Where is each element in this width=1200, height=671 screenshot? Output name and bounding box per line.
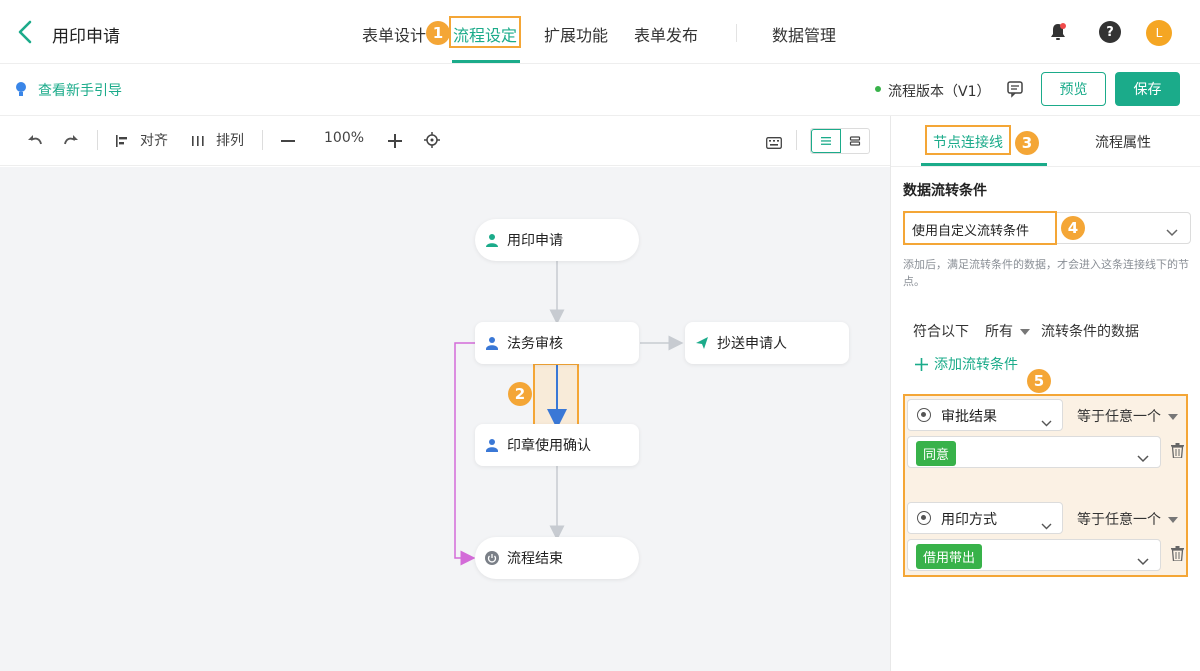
trash-icon[interactable] <box>1171 443 1184 462</box>
power-icon <box>485 551 499 565</box>
annotation-badge-5: 5 <box>1027 369 1051 393</box>
tab-extensions[interactable]: 扩展功能 <box>544 22 608 46</box>
toolbar-divider <box>796 130 797 150</box>
node-legal-review-label: 法务审核 <box>507 336 563 352</box>
tab-form-publish[interactable]: 表单发布 <box>634 22 698 46</box>
align-icon[interactable] <box>115 133 129 152</box>
condition-2-value-tag: 借用带出 <box>916 544 983 569</box>
flow-version[interactable]: 流程版本（V1） <box>888 81 990 101</box>
condition-1-operator-label: 等于任意一个 <box>1077 409 1161 425</box>
node-legal-review[interactable]: 法务审核 <box>475 322 639 364</box>
approver-icon <box>485 336 499 350</box>
beginner-guide-link[interactable]: 查看新手引导 <box>38 80 122 100</box>
arrange-button[interactable]: 排列 <box>216 130 244 150</box>
redo-icon[interactable] <box>62 132 80 152</box>
send-icon <box>695 336 709 350</box>
chevron-down-icon <box>1041 412 1052 431</box>
zoom-in-icon[interactable] <box>388 133 402 152</box>
radio-field-icon <box>917 511 931 525</box>
match-mode-dropdown[interactable]: 所有 <box>985 321 1031 341</box>
match-suffix: 流转条件的数据 <box>1041 324 1139 340</box>
tab-flow-properties[interactable]: 流程属性 <box>1095 132 1151 152</box>
node-seal-confirm-label: 印章使用确认 <box>507 438 591 454</box>
tab-data-management[interactable]: 数据管理 <box>772 22 836 46</box>
condition-2-field: 用印方式 <box>941 512 997 528</box>
avatar[interactable]: L <box>1146 20 1172 46</box>
undo-icon[interactable] <box>26 132 44 152</box>
back-arrow-icon[interactable] <box>14 18 38 46</box>
node-end[interactable]: 流程结束 <box>475 537 639 579</box>
lightbulb-icon <box>14 81 28 99</box>
caret-down-icon <box>1020 329 1031 335</box>
locate-center-icon[interactable] <box>424 132 440 152</box>
condition-1-value-tag: 同意 <box>916 441 957 466</box>
comment-icon[interactable] <box>1006 80 1024 98</box>
match-prefix: 符合以下 <box>913 324 969 340</box>
toolbar-divider <box>97 130 98 150</box>
save-button[interactable]: 保存 <box>1115 72 1180 106</box>
condition-hint: 添加后，满足流转条件的数据，才会进入这条连接线下的节点。 <box>903 258 1189 288</box>
help-icon[interactable]: ? <box>1099 21 1121 43</box>
annotation-badge-1: 1 <box>426 21 450 45</box>
bell-icon[interactable] <box>1047 21 1069 43</box>
radio-field-icon <box>917 408 931 422</box>
keyboard-icon[interactable] <box>766 134 782 153</box>
trash-icon[interactable] <box>1171 546 1184 565</box>
tab-node-connector[interactable]: 节点连接线 <box>933 132 1003 152</box>
annotation-badge-2: 2 <box>508 382 532 406</box>
condition-2-operator-label: 等于任意一个 <box>1077 512 1161 528</box>
node-end-label: 流程结束 <box>507 551 563 567</box>
zoom-level: 100% <box>324 130 365 146</box>
node-seal-confirm[interactable]: 印章使用确认 <box>475 424 639 466</box>
caret-down-icon <box>1168 414 1179 420</box>
chevron-down-icon <box>1137 551 1149 570</box>
approver-icon <box>485 438 499 452</box>
flow-connectors <box>454 261 684 566</box>
toolbar-divider <box>262 130 263 150</box>
condition-mode-value: 使用自定义流转条件 <box>912 224 1030 239</box>
add-condition-label: 添加流转条件 <box>934 357 1018 373</box>
sub-bar: 查看新手引导 流程版本（V1） 预览 保存 <box>0 64 1200 116</box>
tab-flow-settings[interactable]: 流程设定 <box>453 22 517 46</box>
chevron-down-icon <box>1137 448 1149 467</box>
nav-divider <box>736 24 737 42</box>
highlight-box-selected-line <box>533 363 579 426</box>
card-view-icon[interactable] <box>841 129 869 153</box>
top-bar: 用印申请 表单设计 1 流程设定 扩展功能 表单发布 数据管理 ? L <box>0 0 1200 64</box>
view-toggle <box>810 128 870 154</box>
caret-down-icon <box>1168 517 1179 523</box>
add-condition-button[interactable]: 添加流转条件 <box>915 354 1018 374</box>
align-button[interactable]: 对齐 <box>140 130 168 150</box>
node-cc-applicant[interactable]: 抄送申请人 <box>685 322 849 364</box>
tab-form-design[interactable]: 表单设计 <box>362 22 426 46</box>
condition-1-operator[interactable]: 等于任意一个 <box>1077 406 1179 426</box>
chevron-down-icon <box>1041 515 1052 534</box>
match-mode-value: 所有 <box>985 324 1013 340</box>
connector-legal-to-end-branch[interactable] <box>454 342 476 566</box>
preview-button[interactable]: 预览 <box>1041 72 1106 106</box>
flow-canvas[interactable]: 2 用印申请 法务审核 抄送申请人 印章使用确认 流程结束 <box>0 167 890 671</box>
node-start-label: 用印申请 <box>507 233 563 249</box>
list-view-icon[interactable] <box>811 129 841 153</box>
annotation-badge-4: 4 <box>1061 216 1085 240</box>
active-tab-underline <box>452 60 520 63</box>
chevron-down-icon <box>1166 222 1178 241</box>
arrange-icon[interactable] <box>191 133 205 152</box>
canvas-toolbar: 对齐 排列 100% <box>0 116 890 166</box>
condition-1-field: 审批结果 <box>941 409 997 425</box>
properties-panel: 节点连接线 3 流程属性 数据流转条件 使用自定义流转条件 4 添加后，满足流转… <box>890 116 1200 671</box>
zoom-out-icon[interactable] <box>281 140 295 142</box>
annotation-badge-3: 3 <box>1015 131 1039 155</box>
version-status-dot <box>875 86 881 92</box>
app-title: 用印申请 <box>52 27 120 47</box>
node-start[interactable]: 用印申请 <box>475 219 639 261</box>
node-cc-applicant-label: 抄送申请人 <box>717 336 787 352</box>
section-title: 数据流转条件 <box>903 183 987 199</box>
condition-2-operator[interactable]: 等于任意一个 <box>1077 509 1179 529</box>
panel-tabs-divider <box>891 166 1200 167</box>
plus-icon <box>915 357 928 371</box>
user-icon <box>485 233 499 247</box>
